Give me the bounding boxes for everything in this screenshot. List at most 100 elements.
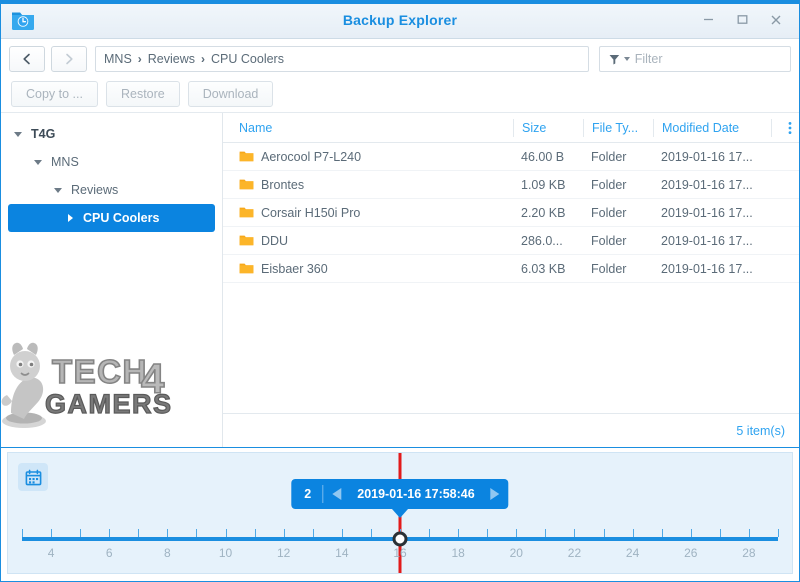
sidebar-item-label: Reviews: [71, 183, 119, 197]
timeline-tick-label: 10: [218, 546, 233, 560]
kebab-menu-icon[interactable]: [788, 121, 792, 135]
filter-input[interactable]: [634, 52, 782, 66]
download-button[interactable]: Download: [187, 81, 274, 107]
sidebar-item-mns[interactable]: MNS: [1, 148, 222, 176]
calendar-icon[interactable]: [25, 469, 42, 486]
forward-button[interactable]: [51, 46, 87, 72]
main-body: T4G MNS Reviews CPU Coolers TECH 4 GAMER…: [1, 112, 799, 447]
file-size-cell: 46.00 B: [521, 149, 565, 164]
folder-icon: [239, 263, 254, 274]
file-modified-cell: 2019-01-16 17...: [661, 205, 753, 220]
timeline-tick: [196, 529, 198, 537]
column-header-size[interactable]: Size: [513, 118, 583, 137]
timeline-tick: [545, 529, 547, 537]
timeline-tick-label: 8: [164, 546, 171, 560]
funnel-icon[interactable]: [608, 52, 621, 67]
timeline-tick: [341, 529, 343, 537]
table-row[interactable]: Brontes 1.09 KB Folder 2019-01-16 17...: [223, 171, 799, 199]
timeline-tick: [51, 529, 53, 537]
timeline-handle[interactable]: [392, 531, 408, 547]
chevron-down-icon[interactable]: [51, 187, 65, 193]
chevron-down-icon[interactable]: [11, 131, 25, 137]
folder-icon: [239, 151, 254, 162]
timeline-tick-label: 20: [509, 546, 523, 560]
filter-box[interactable]: [599, 46, 791, 72]
file-name-label: Corsair H150i Pro: [261, 205, 361, 220]
file-modified-cell: 2019-01-16 17...: [661, 261, 753, 276]
timeline-tick: [429, 529, 431, 537]
svg-text:TECH: TECH: [52, 353, 148, 390]
timeline-tick: [80, 529, 82, 537]
table-row[interactable]: Corsair H150i Pro 2.20 KB Folder 2019-01…: [223, 199, 799, 227]
file-list-pane: Name Size File Ty... Modified Date Aeroc…: [223, 113, 799, 447]
restore-button[interactable]: Restore: [105, 81, 180, 107]
file-type-cell: Folder: [591, 261, 627, 276]
chevron-down-icon[interactable]: [31, 159, 45, 165]
column-header-file-type[interactable]: File Ty...: [583, 118, 653, 137]
timeline-panel: 2 2019-01-16 17:58:46 4 6 8 10 12 14 16 18 20 22 2…: [1, 447, 799, 581]
file-name-cell: Aerocool P7-L240: [231, 150, 513, 164]
timeline-tick-label: 14: [335, 546, 349, 560]
file-name-cell: Eisbaer 360: [231, 262, 513, 276]
version-selector[interactable]: 2 2019-01-16 17:58:46: [291, 479, 509, 509]
chevron-down-icon[interactable]: [623, 57, 630, 61]
file-name-label: Brontes: [261, 177, 305, 192]
timeline-tick: [225, 529, 227, 537]
close-button[interactable]: [759, 5, 793, 35]
copy-to-button[interactable]: Copy to ...: [11, 81, 98, 107]
item-count-status: 5 item(s): [223, 413, 799, 447]
back-button[interactable]: [9, 46, 45, 72]
calendar-button[interactable]: [18, 463, 48, 491]
timeline-tick-label: 12: [277, 546, 291, 560]
minimize-button[interactable]: [691, 5, 725, 35]
column-header-name[interactable]: Name: [231, 119, 513, 137]
timeline-tick-label: 4: [47, 546, 55, 560]
file-size-cell: 6.03 KB: [521, 261, 566, 276]
timeline-tick: [312, 529, 314, 537]
file-size-cell: 2.20 KB: [521, 205, 566, 220]
chevron-right-icon[interactable]: [63, 214, 77, 222]
timeline-tick: [719, 529, 721, 537]
folder-icon: [239, 179, 254, 190]
sidebar-item-cpu-coolers[interactable]: CPU Coolers: [8, 204, 215, 232]
sidebar-item-reviews[interactable]: Reviews: [1, 176, 222, 204]
maximize-button[interactable]: [725, 5, 759, 35]
timeline-tick: [487, 529, 489, 537]
next-version-button[interactable]: [481, 479, 509, 509]
tech4gamers-watermark-logo: TECH 4 GAMERS: [1, 342, 173, 428]
breadcrumb-separator: ›: [201, 52, 206, 66]
sidebar-item-label: CPU Coolers: [83, 211, 160, 225]
folder-icon: [239, 235, 254, 246]
timeline-tick: [748, 529, 750, 537]
table-row[interactable]: Aerocool P7-L240 46.00 B Folder 2019-01-…: [223, 143, 799, 171]
timeline-tick: [516, 529, 518, 537]
file-type-cell: Folder: [591, 205, 627, 220]
svg-text:GAMERS: GAMERS: [45, 389, 173, 419]
file-type-cell: Folder: [591, 149, 627, 164]
sidebar-item-label: T4G: [31, 127, 56, 141]
table-row[interactable]: Eisbaer 360 6.03 KB Folder 2019-01-16 17…: [223, 255, 799, 283]
table-row[interactable]: DDU 286.0... Folder 2019-01-16 17...: [223, 227, 799, 255]
version-pill-pointer: [392, 509, 408, 518]
sidebar-item-label: MNS: [51, 155, 79, 169]
breadcrumb-item-0[interactable]: MNS: [104, 52, 132, 66]
timeline-tick-label: 28: [742, 546, 756, 560]
folder-clock-icon: [11, 12, 34, 30]
previous-version-button[interactable]: [323, 479, 351, 509]
timeline-tick: [690, 529, 692, 537]
file-type-cell: Folder: [591, 233, 627, 248]
window-controls: [691, 5, 799, 35]
column-options-menu[interactable]: [771, 118, 799, 137]
breadcrumb-item-1[interactable]: Reviews: [148, 52, 195, 66]
file-type-cell: Folder: [591, 177, 627, 192]
timeline-tick: [22, 529, 23, 537]
timeline-tick-label: 24: [625, 546, 640, 560]
file-size-cell: 1.09 KB: [521, 177, 566, 192]
breadcrumb[interactable]: MNS › Reviews › CPU Coolers: [95, 46, 589, 72]
file-modified-cell: 2019-01-16 17...: [661, 233, 753, 248]
timeline-tick: [254, 529, 256, 537]
column-header-modified-date[interactable]: Modified Date: [653, 118, 771, 137]
timeline-track[interactable]: 2 2019-01-16 17:58:46 4 6 8 10 12 14 16 18 20 22 2…: [7, 452, 793, 574]
sidebar-item-t4g[interactable]: T4G: [1, 120, 222, 148]
breadcrumb-item-2[interactable]: CPU Coolers: [211, 52, 284, 66]
